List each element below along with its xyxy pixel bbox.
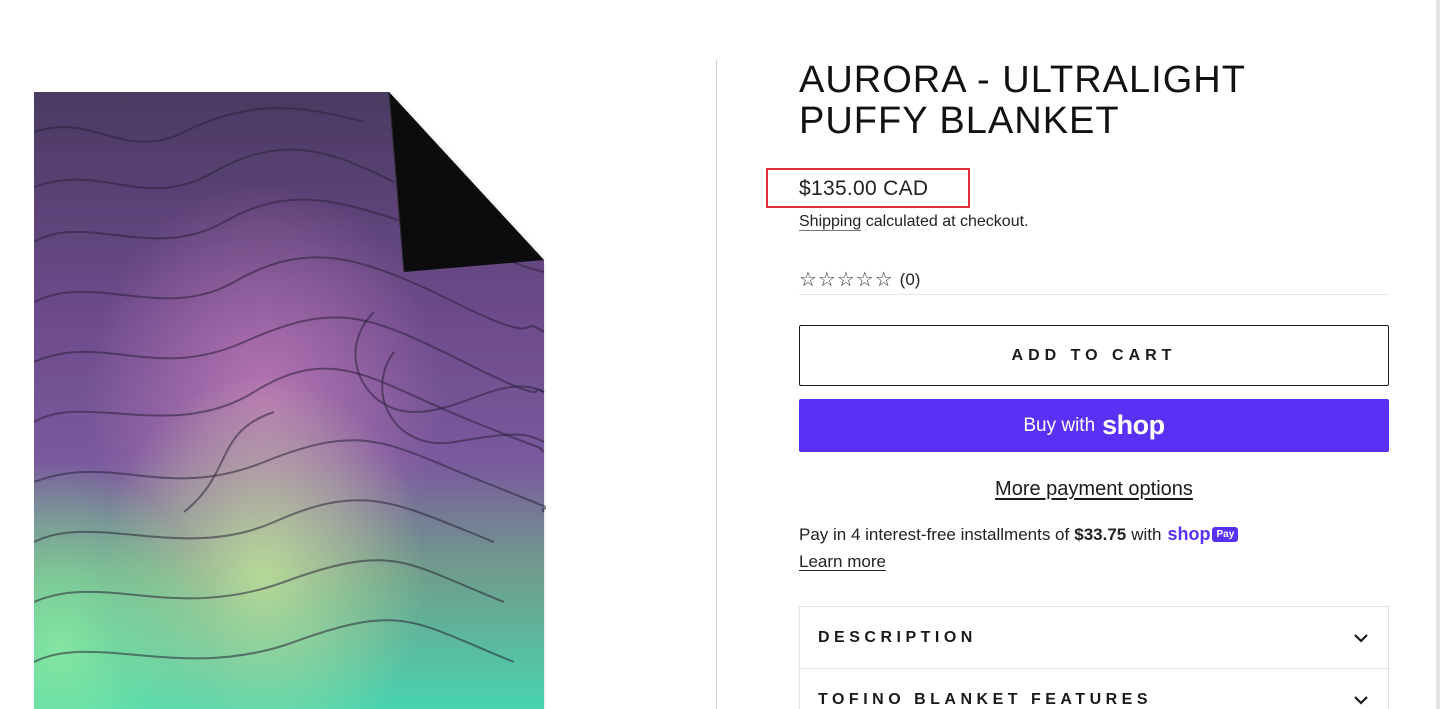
buy-with-shop-button[interactable]: Buy with shop <box>799 399 1389 452</box>
product-image[interactable] <box>34 92 546 709</box>
installments-suffix: with <box>1131 524 1162 544</box>
shipping-note-text: calculated at checkout. <box>861 213 1029 230</box>
installments-note: Pay in 4 interest-free installments of $… <box>799 524 1239 545</box>
product-page: AURORA - ULTRALIGHT PUFFY BLANKET $135.0… <box>0 0 1440 709</box>
product-rating[interactable]: ☆☆☆☆☆ (0) <box>799 267 920 292</box>
chevron-down-icon <box>1354 696 1368 705</box>
more-payment-options-link[interactable]: More payment options <box>995 478 1193 500</box>
blanket-image <box>34 92 546 709</box>
shop-pay-logo-icon: shop Pay <box>1167 524 1239 545</box>
product-title-line1: AURORA - ULTRALIGHT <box>799 59 1246 101</box>
shop-pay-word: shop <box>1167 524 1211 544</box>
product-accordion: DESCRIPTION TOFINO BLANKET FEATURES <box>799 606 1389 709</box>
rating-divider <box>799 294 1389 295</box>
add-to-cart-button[interactable]: ADD TO CART <box>799 325 1389 386</box>
product-info: AURORA - ULTRALIGHT PUFFY BLANKET $135.0… <box>766 60 1389 709</box>
product-title: AURORA - ULTRALIGHT PUFFY BLANKET <box>799 60 1389 142</box>
installment-amount: $33.75 <box>1074 524 1127 544</box>
shop-logo-icon: shop <box>1102 410 1165 440</box>
product-title-line2: PUFFY BLANKET <box>799 100 1120 142</box>
accordion-description[interactable]: DESCRIPTION <box>800 607 1388 669</box>
learn-more-link[interactable]: Learn more <box>799 552 886 572</box>
installments-prefix: Pay in 4 interest-free installments of <box>799 524 1070 544</box>
shop-pay-badge: Pay <box>1212 527 1239 542</box>
rating-stars-icon: ☆☆☆☆☆ <box>799 269 894 291</box>
accordion-features[interactable]: TOFINO BLANKET FEATURES <box>800 669 1388 709</box>
accordion-description-label: DESCRIPTION <box>818 628 977 646</box>
rating-count: (0) <box>899 269 921 289</box>
scrollbar-track[interactable] <box>1436 0 1440 709</box>
product-price: $135.00 CAD <box>799 177 929 200</box>
more-payment-options: More payment options <box>799 478 1389 501</box>
accordion-features-label: TOFINO BLANKET FEATURES <box>818 691 1153 708</box>
shipping-note: Shipping calculated at checkout. <box>799 213 1029 231</box>
chevron-down-icon <box>1354 633 1368 643</box>
column-divider <box>716 60 717 709</box>
shipping-link[interactable]: Shipping <box>799 213 862 231</box>
buy-with-label: Buy with <box>1023 414 1096 436</box>
